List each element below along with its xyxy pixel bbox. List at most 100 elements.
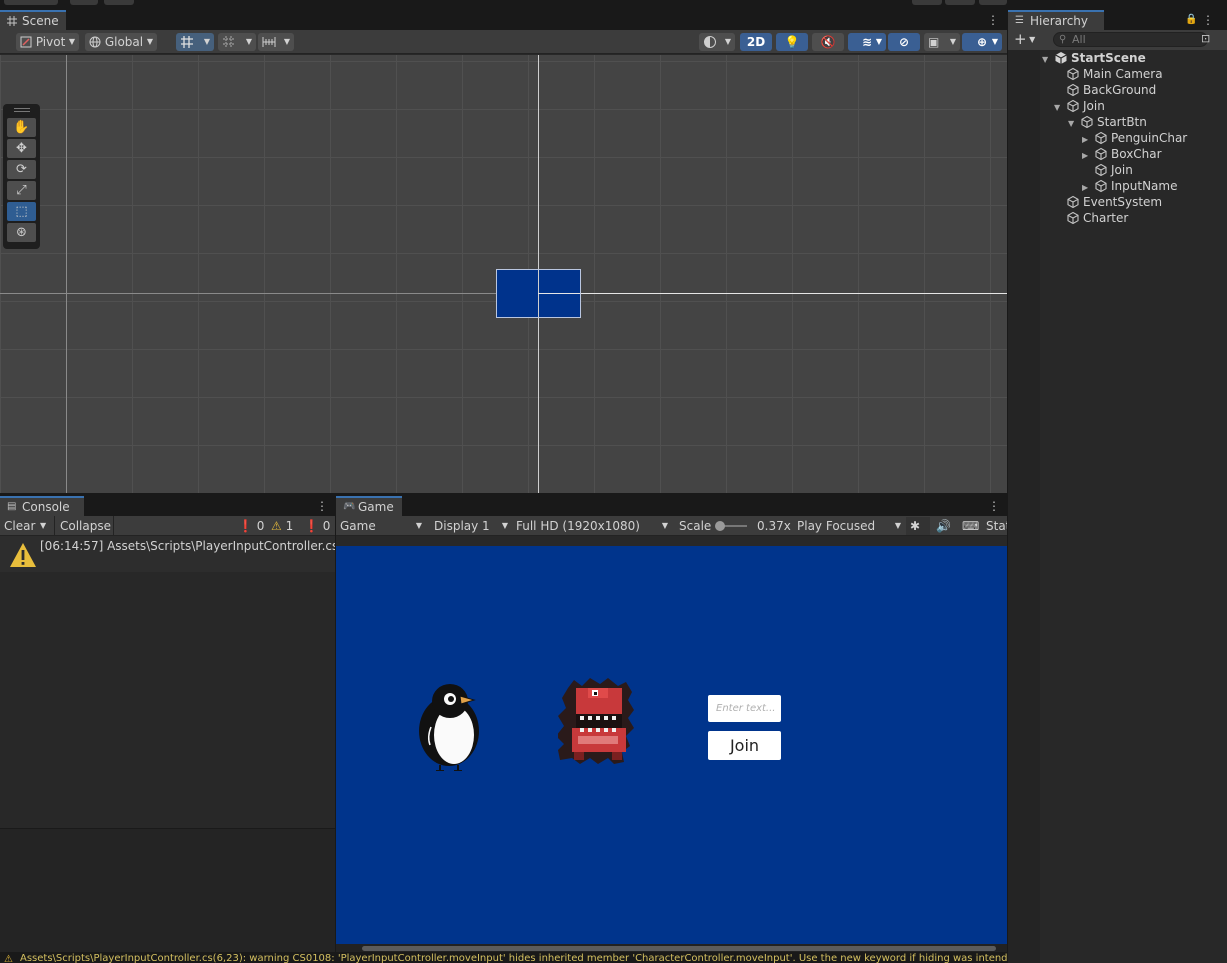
- scrollbar-thumb[interactable]: [362, 946, 996, 951]
- drag-handle[interactable]: [14, 108, 30, 112]
- hierarchy-search-input[interactable]: ⚲ All: [1053, 32, 1208, 47]
- hierarchy-item-label: EventSystem: [1083, 195, 1163, 209]
- display-dropdown[interactable]: Display 1 ▼: [430, 517, 512, 535]
- effects-dropdown[interactable]: ≋ ▼: [848, 33, 886, 51]
- audio-toggle[interactable]: 🔇: [812, 33, 844, 51]
- hand-tool-button[interactable]: ✋: [7, 118, 36, 137]
- account-button[interactable]: [4, 0, 58, 5]
- hierarchy-item-label: StartBtn: [1097, 115, 1147, 129]
- gameobject-icon: [1067, 195, 1079, 209]
- scene-search-icon[interactable]: ⊡: [1201, 32, 1215, 46]
- hierarchy-item[interactable]: ▶ PenguinChar: [1082, 130, 1187, 146]
- expand-arrow-icon[interactable]: ▼: [1068, 116, 1080, 132]
- info-filter-toggle[interactable]: ❗ 0: [238, 517, 264, 535]
- ruler-dropdown[interactable]: ▼: [258, 33, 294, 51]
- game-horizontal-scrollbar[interactable]: [336, 944, 1007, 952]
- stats-toggle[interactable]: Stat: [982, 517, 1007, 535]
- game-more-icon[interactable]: ⋮: [988, 499, 1000, 513]
- hierarchy-item[interactable]: ▶ BoxChar: [1082, 146, 1162, 162]
- speaker-icon: 🔊: [936, 519, 951, 533]
- scale-slider-handle[interactable]: [715, 521, 725, 531]
- hierarchy-item[interactable]: BackGround: [1054, 82, 1156, 98]
- console-tabbar: ▤ Console ⋮: [0, 496, 335, 516]
- hierarchy-more-icon[interactable]: ⋮: [1202, 13, 1214, 27]
- scene-viewport[interactable]: ✋ ✥ ⟳ ⤢ ⬚ ⊛: [0, 55, 1007, 493]
- unity-scene-icon: [1055, 52, 1067, 64]
- console-entry[interactable]: [06:14:57] Assets\Scripts\PlayerInputCon…: [0, 536, 335, 572]
- resolution-dropdown[interactable]: Full HD (1920x1080) ▼: [512, 517, 672, 535]
- grid-snapping-toggle[interactable]: ▼: [176, 33, 214, 51]
- rect-tool-button[interactable]: ⬚: [7, 202, 36, 221]
- hierarchy-item[interactable]: ▼ Join: [1054, 98, 1105, 114]
- layout-dropdown[interactable]: [945, 0, 975, 5]
- clear-options-dropdown[interactable]: ▼: [40, 517, 46, 535]
- grid-axis-line: [66, 55, 67, 493]
- eye-hidden-icon: ⊘: [898, 35, 910, 49]
- lighting-toggle[interactable]: 💡: [776, 33, 808, 51]
- mode-2d-toggle[interactable]: 2D: [740, 33, 772, 51]
- hierarchy-item-label: BoxChar: [1111, 147, 1162, 161]
- game-view-dropdown[interactable]: Game ▼: [336, 517, 426, 535]
- tab-game[interactable]: 🎮 Game: [336, 496, 402, 516]
- add-object-button[interactable]: + ▼: [1014, 31, 1035, 48]
- expand-arrow-icon[interactable]: ▼: [1054, 100, 1066, 116]
- chevron-down-icon: ▼: [875, 37, 882, 46]
- tab-scene[interactable]: Scene: [0, 10, 66, 30]
- warning-filter-toggle[interactable]: ⚠ 1: [271, 517, 293, 535]
- hierarchy-item[interactable]: Charter: [1054, 210, 1128, 226]
- frame-debugger-toggle[interactable]: ✱: [906, 517, 930, 535]
- hierarchy-item[interactable]: ▶ InputName: [1082, 178, 1177, 194]
- scene-visibility-toggle[interactable]: ⊘: [888, 33, 920, 51]
- scene-root-item[interactable]: ▼ StartScene: [1042, 50, 1146, 66]
- clear-button[interactable]: Clear: [4, 517, 35, 535]
- collapse-button[interactable]: Collapse: [60, 517, 111, 535]
- expand-arrow-icon[interactable]: ▼: [1042, 52, 1054, 68]
- tool-palette: ✋ ✥ ⟳ ⤢ ⬚ ⊛: [3, 104, 40, 249]
- hierarchy-item-label: Join: [1083, 99, 1105, 113]
- cloud-button[interactable]: [70, 0, 98, 5]
- error-count: 0: [322, 519, 331, 533]
- global-label: Global: [104, 35, 144, 49]
- gizmos-dropdown[interactable]: ⊕ ▼: [962, 33, 1002, 51]
- status-bar[interactable]: ⚠ Assets\Scripts\PlayerInputController.c…: [0, 952, 1008, 963]
- hierarchy-toolbar: + ▼ ⚲ All ⊡: [1008, 30, 1227, 50]
- hierarchy-item[interactable]: EventSystem: [1054, 194, 1162, 210]
- layers-dropdown[interactable]: [912, 0, 942, 5]
- error-filter-toggle[interactable]: ❗ 0: [304, 517, 330, 535]
- transform-tool-button[interactable]: ⊛: [7, 223, 36, 242]
- layout-menu-button[interactable]: [979, 0, 1007, 5]
- hierarchy-item[interactable]: ▼ StartBtn: [1068, 114, 1147, 130]
- global-dropdown[interactable]: Global ▼: [85, 33, 157, 51]
- lock-icon[interactable]: 🔒: [1185, 13, 1197, 27]
- rect-tool-icon: ⬚: [15, 204, 28, 219]
- move-tool-button[interactable]: ✥: [7, 139, 36, 158]
- shortcuts-toggle[interactable]: ⌨: [958, 517, 982, 535]
- camera-dropdown[interactable]: ▣ ▼: [924, 33, 960, 51]
- hierarchy-item[interactable]: Main Camera: [1054, 66, 1163, 82]
- tab-console[interactable]: ▤ Console: [0, 496, 84, 516]
- play-mode-dropdown[interactable]: Play Focused ▼: [793, 517, 905, 535]
- pivot-dropdown[interactable]: Pivot ▼: [16, 33, 79, 51]
- console-more-icon[interactable]: ⋮: [316, 499, 328, 513]
- grid-icon: [7, 16, 18, 26]
- scale-tool-button[interactable]: ⤢: [7, 181, 36, 200]
- draw-mode-dropdown[interactable]: ▼: [699, 33, 735, 51]
- game-viewport[interactable]: Enter text... Join: [336, 546, 1007, 944]
- mute-audio-toggle[interactable]: 🔊: [932, 517, 956, 535]
- rotate-tool-button[interactable]: ⟳: [7, 160, 36, 179]
- scale-icon: ⤢: [16, 183, 27, 198]
- divider: [54, 516, 55, 536]
- hierarchy-item[interactable]: Join: [1082, 162, 1133, 178]
- scene-root-label: StartScene: [1071, 51, 1146, 65]
- canvas-object[interactable]: [496, 269, 581, 318]
- join-button[interactable]: Join: [708, 731, 781, 760]
- monster-character: [558, 678, 634, 764]
- scene-more-icon[interactable]: ⋮: [987, 13, 999, 27]
- display-label: Display 1: [434, 519, 490, 533]
- scale-slider-group: Scale 0.37x: [675, 517, 793, 535]
- tab-hierarchy[interactable]: ☰ Hierarchy: [1008, 10, 1104, 30]
- incremental-snap-toggle[interactable]: ▼: [218, 33, 256, 51]
- services-button[interactable]: [104, 0, 134, 5]
- name-input[interactable]: Enter text...: [708, 695, 781, 722]
- hierarchy-tabbar: ☰ Hierarchy 🔒 ⋮: [1008, 10, 1227, 30]
